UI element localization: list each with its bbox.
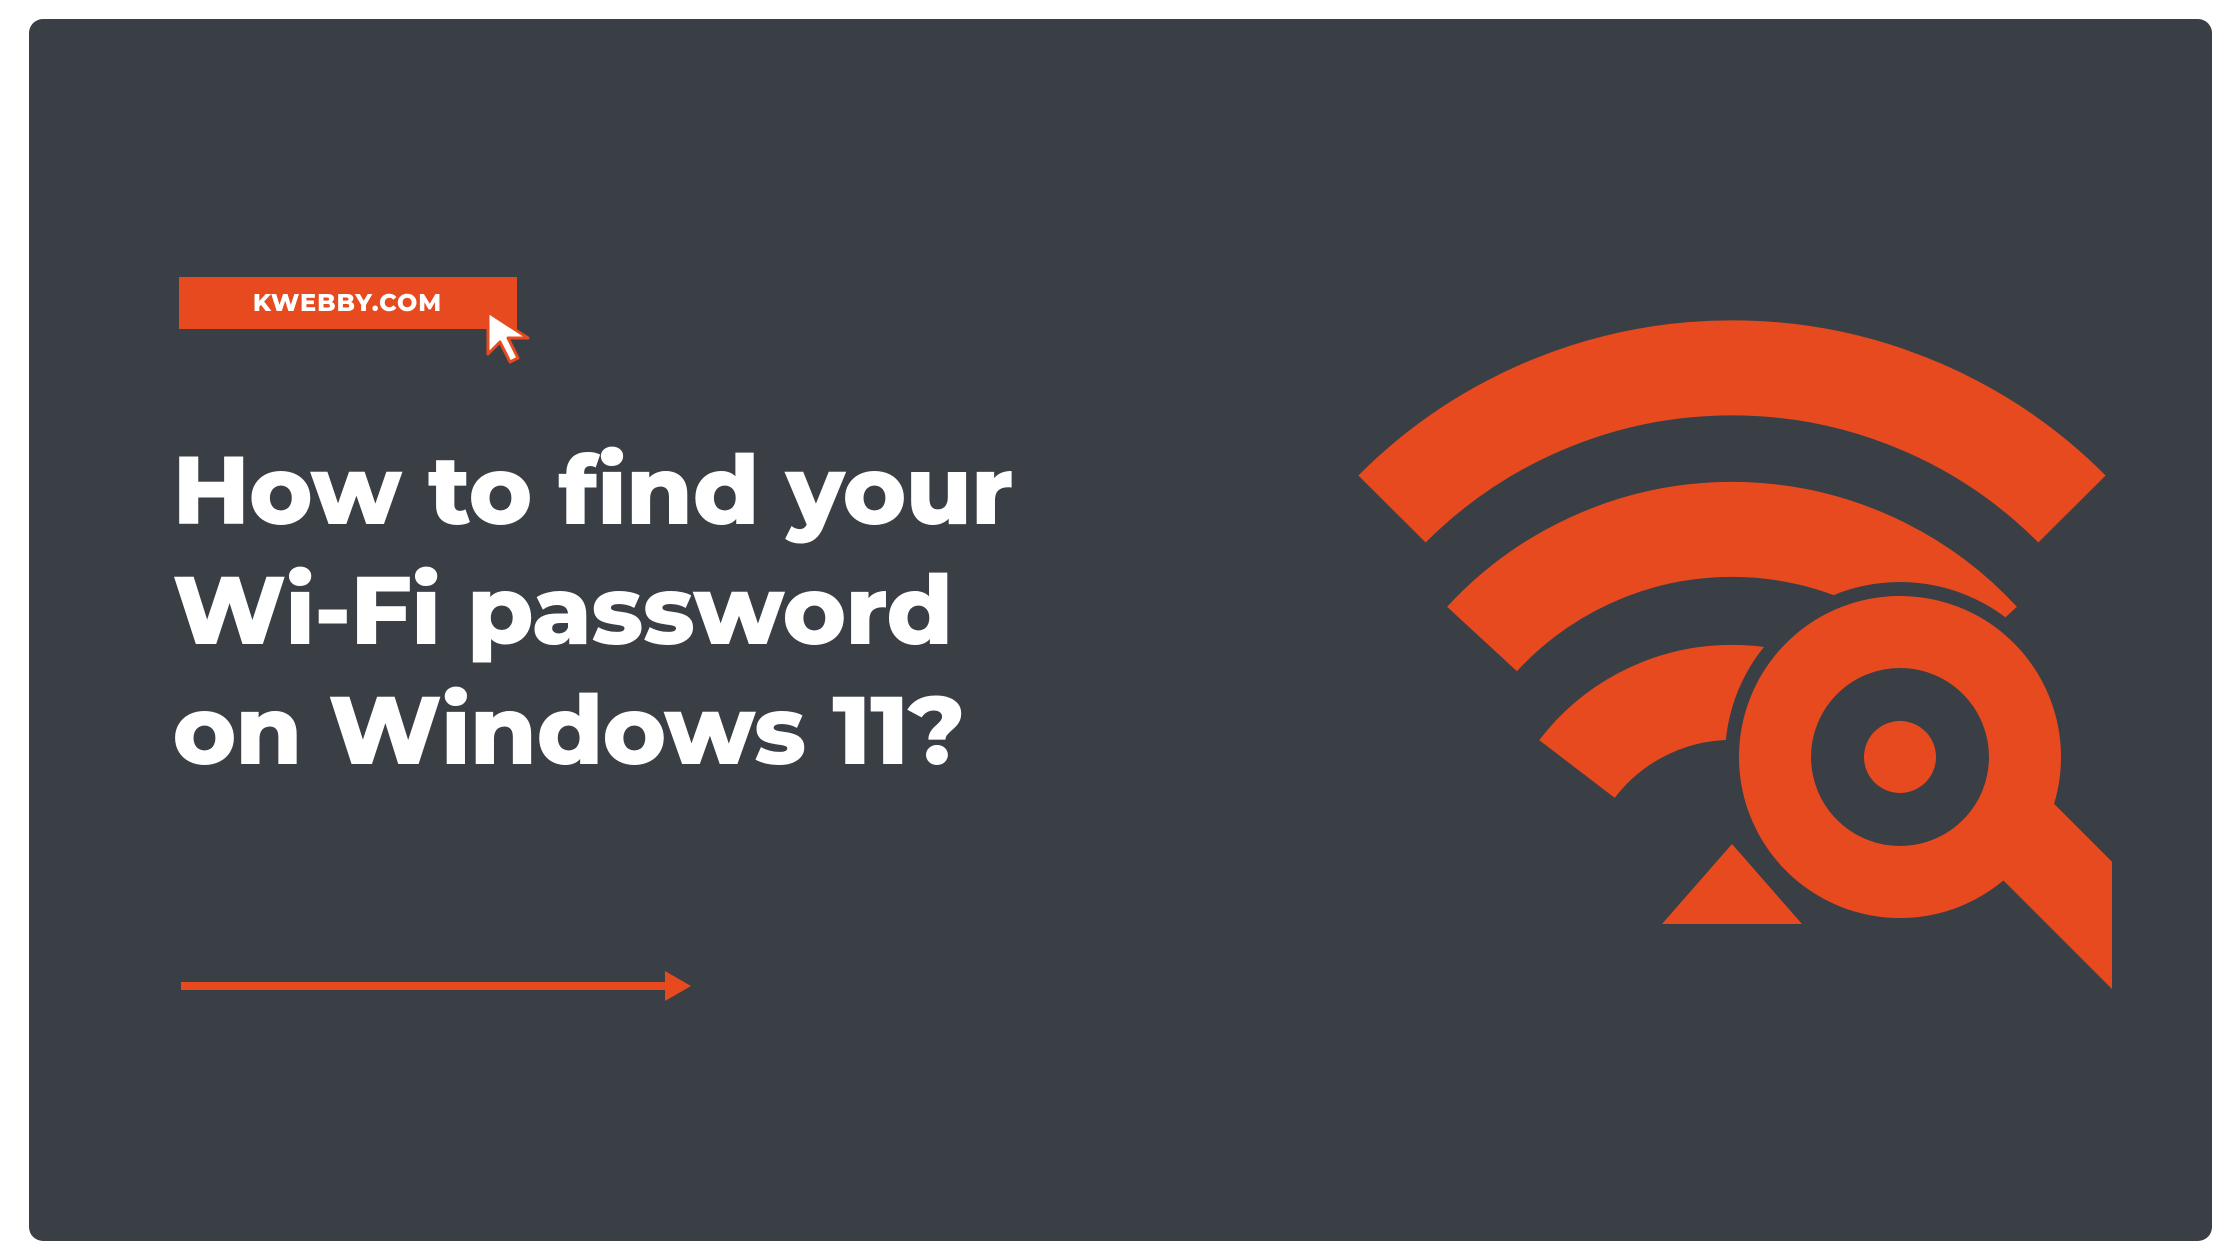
- headline-line-1: How to find your: [173, 431, 1013, 551]
- headline-line-2: Wi-Fi password: [173, 551, 1013, 671]
- brand-badge: KWEBBY.COM: [179, 277, 517, 329]
- brand-label: KWEBBY.COM: [253, 289, 442, 318]
- arrow-right-icon: [181, 971, 691, 1001]
- headline-line-3: on Windows 11?: [173, 671, 1013, 791]
- thumbnail-card: KWEBBY.COM How to find your Wi-Fi passwo…: [29, 19, 2212, 1241]
- arrow-line: [181, 982, 665, 990]
- cursor-icon: [482, 308, 540, 366]
- wifi-search-icon: [1352, 279, 2112, 1039]
- headline: How to find your Wi-Fi password on Windo…: [173, 431, 1013, 791]
- arrow-head: [665, 971, 691, 1001]
